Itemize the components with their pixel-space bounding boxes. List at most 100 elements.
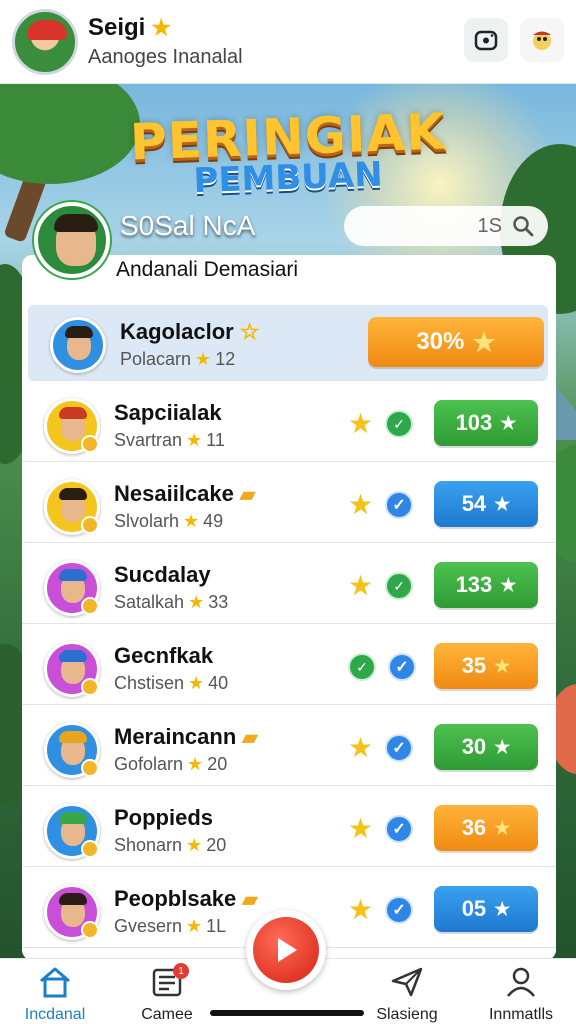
star-icon: ★	[494, 898, 511, 919]
group-name: S0Sal NcA	[120, 210, 256, 241]
nav-profile[interactable]: Innmatlls	[466, 965, 576, 1024]
player-name: Poppieds	[114, 805, 214, 830]
player-subtitle: Slvolarh	[114, 511, 180, 531]
nav-profile-label: Innmatlls	[488, 1006, 554, 1023]
score-badge[interactable]: 35 ★	[434, 643, 538, 689]
mascot-icon	[533, 31, 551, 50]
search-value: 1S	[477, 214, 502, 237]
news-icon-wrap: 1	[149, 963, 189, 1004]
player-subtitle: Gofolarn	[114, 754, 184, 774]
score-badge[interactable]: 30% ★	[368, 317, 544, 367]
score-badge[interactable]: 54 ★	[434, 481, 538, 527]
nav-send-label: Slasieng	[376, 1006, 438, 1023]
player-name: Nesaiilcake	[114, 481, 234, 506]
player-score: 49	[203, 511, 224, 531]
nav-home-label: Incdanal	[24, 1006, 86, 1023]
player-name: Peopblsake	[114, 886, 237, 911]
nav-home[interactable]: Incdanal	[0, 965, 110, 1024]
player-avatar[interactable]	[44, 884, 100, 940]
player-avatar[interactable]	[44, 722, 100, 778]
nav-games[interactable]: 1 Camee	[112, 963, 222, 1024]
player-score: 40	[208, 673, 229, 693]
score-badge-value: 05	[461, 896, 487, 921]
profile-name: Seigi	[88, 14, 146, 41]
group-avatar[interactable]	[34, 202, 110, 278]
player-subtext: Gofolarn ★ 20	[114, 754, 227, 775]
leaderboard-row[interactable]: Kagolaclor ☆ Polacarn ★ 12 30% ★	[28, 305, 548, 381]
player-name: Sucdalay	[114, 562, 211, 587]
star-icon: ★	[187, 754, 204, 774]
score-badge[interactable]: 103 ★	[434, 400, 538, 446]
star-icon: ★	[188, 673, 205, 693]
nav-send[interactable]: Slasieng	[352, 965, 462, 1024]
star-outline-icon: ☆	[239, 319, 260, 344]
player-name: Meraincann	[114, 724, 237, 749]
player-name-row: Poppieds	[114, 805, 213, 831]
status-icons: ★ ✓	[348, 815, 414, 843]
leaderboard-row[interactable]: Nesaiilcake ▰ Slvolarh ★ 49 ★ ✓ 54 ★	[22, 467, 556, 543]
player-subtext: Slvolarh ★ 49	[114, 511, 223, 532]
play-button-inner	[253, 917, 319, 983]
leaderboard-row[interactable]: Gecnfkak Chstisen ★ 40 ✓ ✓ 35 ★	[22, 629, 556, 705]
player-subtitle: Svartran	[114, 430, 183, 450]
player-avatar[interactable]	[44, 398, 100, 454]
leaderboard-row[interactable]: Poppieds Shonarn ★ 20 ★ ✓ 36 ★	[22, 791, 556, 867]
status-icons: ★ ✓	[348, 491, 414, 519]
star-icon: ★	[348, 570, 374, 601]
player-name: Gecnfkak	[114, 643, 214, 668]
player-name-row: Sucdalay	[114, 562, 211, 588]
star-icon: ★	[348, 732, 374, 763]
score-badge-value: 30%	[416, 328, 465, 355]
check-icon: ✓	[385, 491, 414, 519]
camera-button[interactable]	[464, 18, 508, 62]
player-avatar[interactable]	[44, 641, 100, 697]
star-icon: ★	[348, 408, 374, 439]
play-icon	[278, 938, 297, 962]
star-icon: ★	[186, 430, 203, 450]
player-avatar[interactable]	[44, 803, 100, 859]
search-bar[interactable]: 1S	[344, 206, 548, 246]
player-subtext: Chstisen ★ 40	[114, 673, 228, 694]
mascot-button[interactable]	[520, 18, 564, 62]
home-icon	[40, 967, 70, 998]
player-avatar[interactable]	[50, 317, 106, 373]
player-name: Sapciialak	[114, 400, 222, 425]
status-icons: ★ ✓	[348, 896, 414, 924]
player-subtitle: Shonarn	[114, 835, 183, 855]
profile-subtitle: Aanoges Inanalal	[88, 46, 243, 68]
play-button[interactable]	[246, 910, 326, 990]
home-indicator	[210, 1010, 364, 1016]
player-avatar[interactable]	[44, 479, 100, 535]
star-icon: ★	[183, 511, 200, 531]
leaf-icon: ✓	[385, 410, 414, 438]
nav-games-label: Camee	[141, 1006, 193, 1023]
check-icon: ✓	[385, 734, 414, 762]
status-icons: ✓ ✓	[348, 653, 416, 681]
player-name-row: Kagolaclor ☆	[120, 319, 259, 345]
status-icons: ★ ✓	[348, 570, 414, 601]
player-score: 12	[215, 349, 236, 369]
star-icon: ★	[494, 655, 511, 676]
search-icon	[513, 216, 534, 237]
leaderboard-row[interactable]: Meraincann ▰ Gofolarn ★ 20 ★ ✓ 30 ★	[22, 710, 556, 786]
leaderboard-row[interactable]: Sucdalay Satalkah ★ 33 ★ ✓ 133 ★	[22, 548, 556, 624]
profile-avatar[interactable]	[12, 8, 78, 75]
star-icon: ★	[494, 736, 511, 757]
check-icon: ✓	[388, 653, 416, 681]
player-subtitle: Polacarn	[120, 349, 192, 369]
player-score: 33	[208, 592, 229, 612]
star-icon: ★	[188, 592, 205, 612]
score-badge[interactable]: 05 ★	[434, 886, 538, 932]
panel-title: Andanali Demasiari	[116, 258, 299, 281]
status-icons: ★ ✓	[348, 408, 414, 439]
status-icons: ★ ✓	[348, 732, 414, 763]
leaderboard-row[interactable]: Sapciialak Svartran ★ 11 ★ ✓ 103 ★	[22, 386, 556, 462]
score-badge[interactable]: 36 ★	[434, 805, 538, 851]
player-score: 11	[206, 430, 225, 450]
player-score: 20	[207, 754, 228, 774]
score-badge-value: 35	[461, 653, 487, 678]
score-badge[interactable]: 133 ★	[434, 562, 538, 608]
score-badge[interactable]: 30 ★	[434, 724, 538, 770]
player-avatar[interactable]	[44, 560, 100, 616]
star-icon: ★	[186, 916, 203, 936]
